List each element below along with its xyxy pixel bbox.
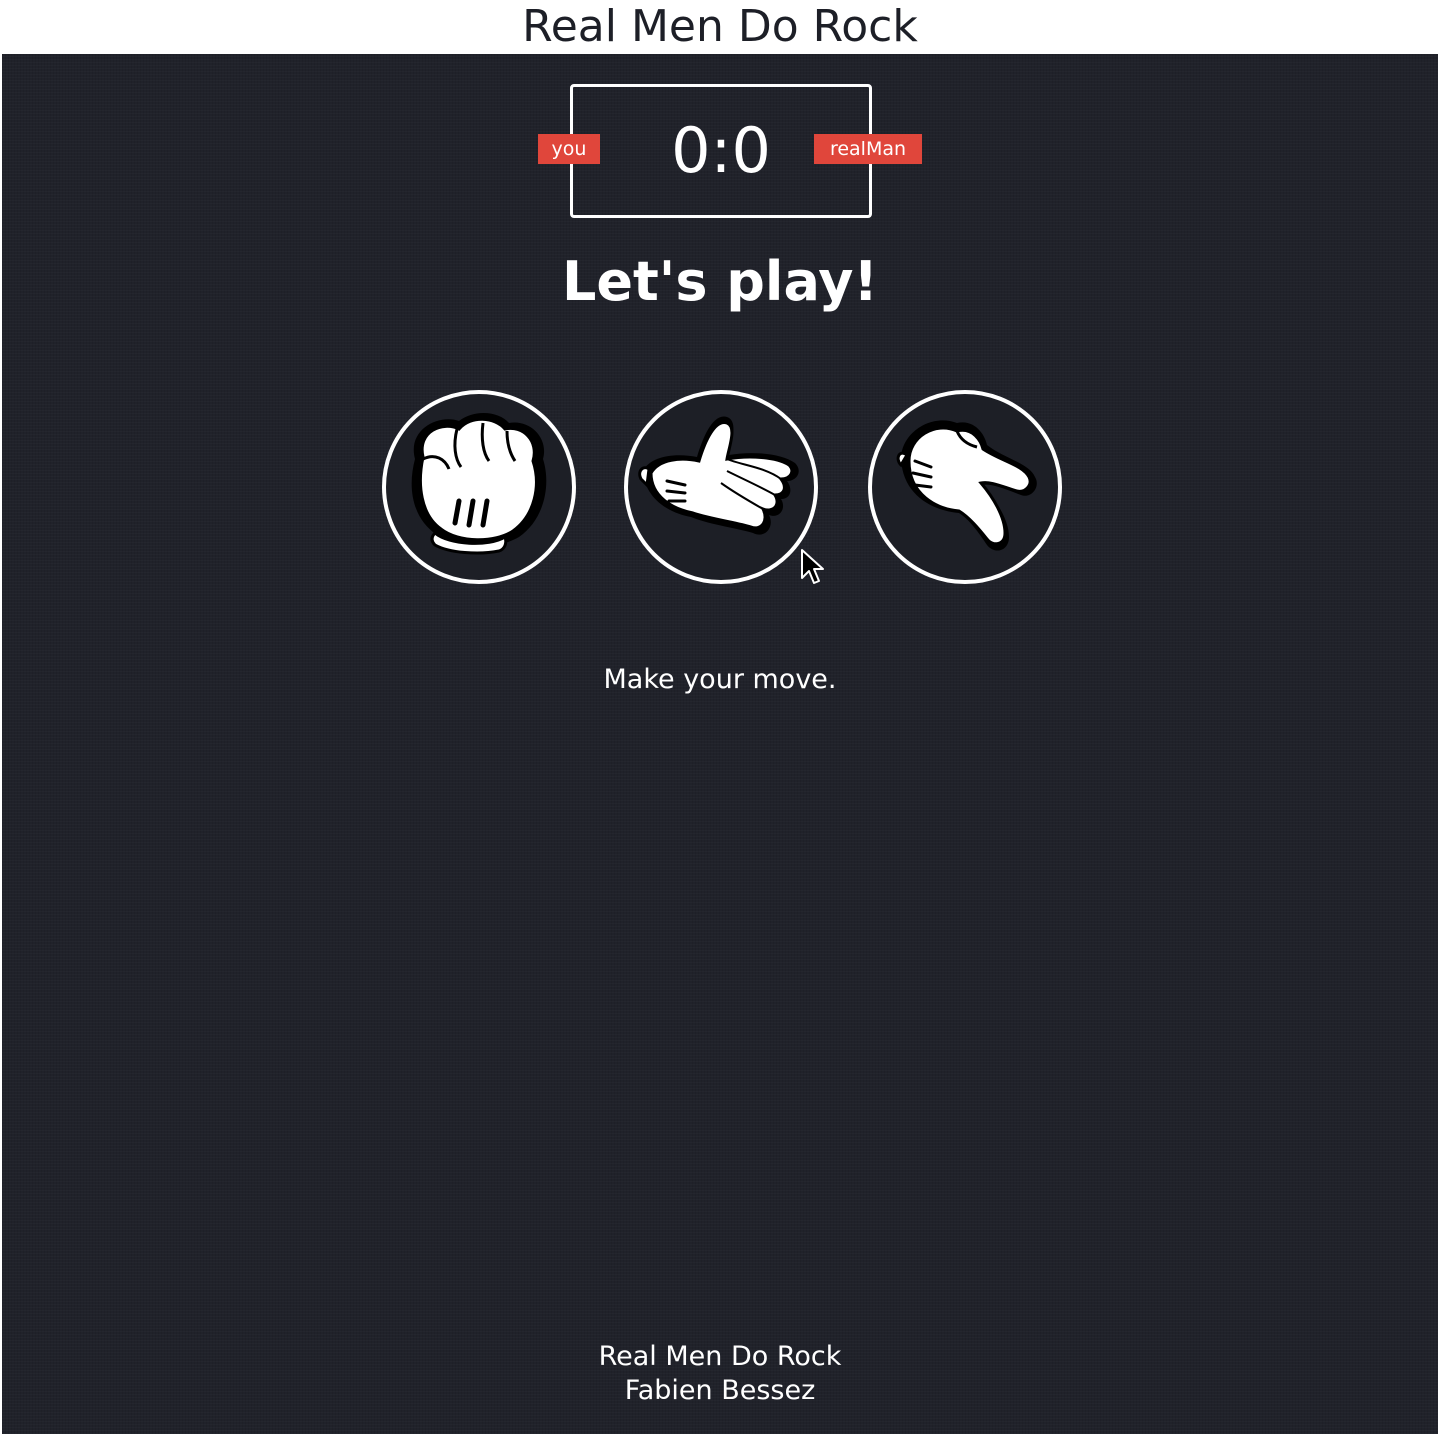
opponent-tag: realMan xyxy=(814,134,922,164)
status-message: Make your move. xyxy=(603,664,837,695)
game-screen: you 0:0 realMan Let's play! Make your mo… xyxy=(2,54,1438,1434)
paper-button[interactable] xyxy=(624,390,818,584)
paper-hand-icon xyxy=(638,416,799,535)
game-heading: Let's play! xyxy=(561,250,879,313)
footer-author: Fabien Bessez xyxy=(624,1375,816,1406)
footer-title: Real Men Do Rock xyxy=(598,1341,842,1372)
move-choices xyxy=(382,390,1062,590)
window-title: Real Men Do Rock xyxy=(522,1,918,52)
window-title-bar: Real Men Do Rock xyxy=(0,0,1440,53)
scoreboard: you 0:0 realMan xyxy=(538,84,922,218)
footer: Real Men Do Rock Fabien Bessez xyxy=(2,1340,1438,1408)
rock-button[interactable] xyxy=(382,390,576,584)
rock-fist-icon xyxy=(411,412,547,555)
scissors-button[interactable] xyxy=(868,390,1062,584)
scissors-hand-icon xyxy=(896,420,1037,551)
